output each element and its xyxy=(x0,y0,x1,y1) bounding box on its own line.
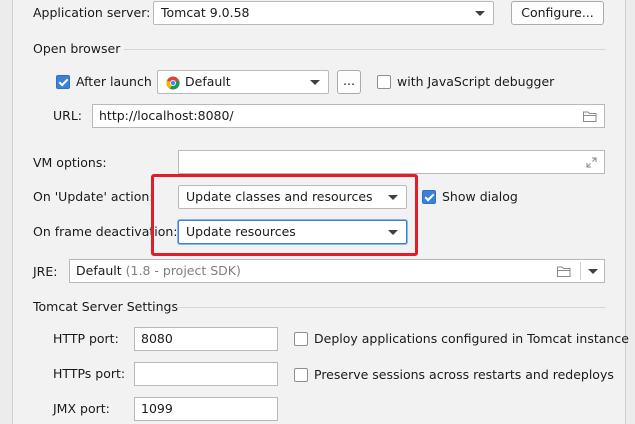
js-debugger-label: with JavaScript debugger xyxy=(397,74,555,89)
section-divider xyxy=(176,307,606,308)
chrome-icon xyxy=(166,76,180,90)
browser-more-button[interactable]: ... xyxy=(337,70,361,94)
on-update-label: On 'Update' action: xyxy=(33,189,154,204)
open-browser-title: Open browser xyxy=(33,41,121,56)
jmx-port-value: 1099 xyxy=(141,401,173,416)
folder-icon[interactable] xyxy=(583,111,597,122)
app-server-label: Application server: xyxy=(33,5,151,20)
jre-combo[interactable]: Default (1.8 - project SDK) xyxy=(69,259,605,283)
jre-hint: (1.8 - project SDK) xyxy=(125,263,241,278)
http-port-field[interactable]: 8080 xyxy=(134,327,278,351)
configure-button[interactable]: Configure... xyxy=(511,1,604,25)
chevron-down-icon[interactable] xyxy=(588,269,598,274)
app-server-combo[interactable]: Tomcat 9.0.58 xyxy=(153,1,494,25)
jmx-port-label: JMX port: xyxy=(53,401,110,416)
highlight-box xyxy=(151,174,418,256)
deploy-apps-checkbox[interactable] xyxy=(294,332,308,346)
chevron-down-icon xyxy=(475,11,485,16)
url-label: URL: xyxy=(53,108,83,123)
show-dialog-label: Show dialog xyxy=(442,189,518,204)
js-debugger-checkbox[interactable] xyxy=(377,75,391,89)
vm-options-label: VM options: xyxy=(33,155,107,170)
section-divider xyxy=(124,49,606,50)
tomcat-settings-title: Tomcat Server Settings xyxy=(33,299,178,314)
preserve-sessions-checkbox[interactable] xyxy=(294,368,308,382)
jre-value: Default xyxy=(76,263,122,278)
folder-icon[interactable] xyxy=(557,266,571,277)
browser-combo[interactable]: Default xyxy=(157,70,329,94)
jmx-port-field[interactable]: 1099 xyxy=(134,397,278,421)
preserve-sessions-label: Preserve sessions across restarts and re… xyxy=(314,367,614,382)
app-server-value: Tomcat 9.0.58 xyxy=(161,5,250,20)
expand-icon[interactable] xyxy=(586,157,597,168)
browser-value: Default xyxy=(185,74,231,89)
http-port-label: HTTP port: xyxy=(53,331,119,346)
chevron-down-icon xyxy=(310,80,320,85)
jre-text: Default (1.8 - project SDK) xyxy=(76,263,241,279)
http-port-value: 8080 xyxy=(141,331,173,346)
combo-divider xyxy=(580,262,581,280)
after-launch-checkbox[interactable] xyxy=(56,75,70,89)
show-dialog-checkbox[interactable] xyxy=(422,190,436,204)
url-field[interactable]: http://localhost:8080/ xyxy=(92,104,605,128)
after-launch-label: After launch xyxy=(76,74,152,89)
https-port-field[interactable] xyxy=(134,362,278,386)
vm-options-field[interactable] xyxy=(178,150,605,174)
jre-label: JRE: xyxy=(33,264,58,279)
https-port-label: HTTPs port: xyxy=(53,366,126,381)
url-value: http://localhost:8080/ xyxy=(99,108,234,123)
deploy-apps-label: Deploy applications configured in Tomcat… xyxy=(314,331,629,346)
